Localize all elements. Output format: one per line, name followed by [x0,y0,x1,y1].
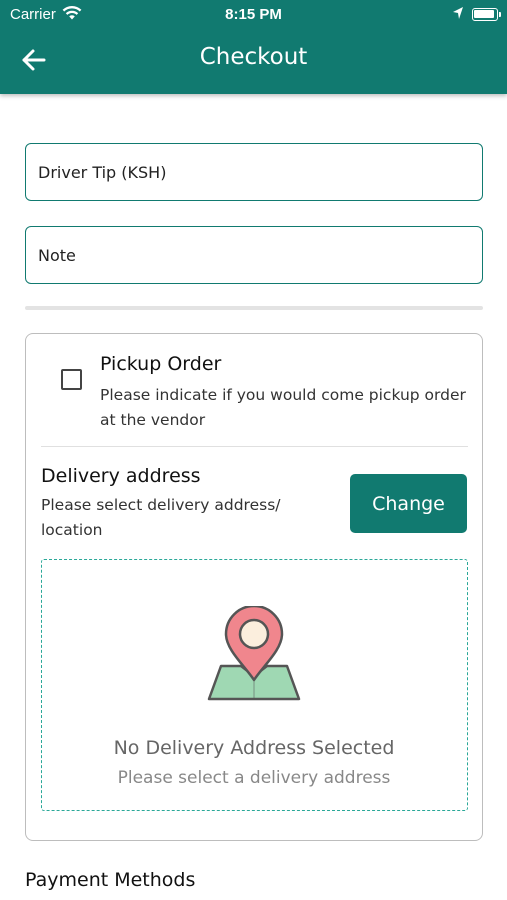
pickup-description: Please indicate if you would come pickup… [100,386,466,429]
empty-address-subtitle: Please select a delivery address [117,768,391,788]
pickup-checkbox[interactable] [61,369,82,390]
payment-methods-title: Payment Methods [25,869,196,891]
status-time: 8:15 PM [225,6,282,23]
empty-address-title: No Delivery Address Selected [113,737,395,759]
driver-tip-input[interactable]: Driver Tip (KSH) [25,143,483,201]
note-placeholder: Note [38,245,76,265]
status-bar: Carrier 8:15 PM [0,0,507,28]
battery-icon [472,8,501,21]
delivery-address-description: Please select delivery address/ location [41,496,281,539]
pickup-title: Pickup Order [100,353,222,375]
delivery-address-title: Delivery address [41,465,201,487]
location-arrow-icon [452,6,464,24]
page-title: Checkout [199,44,308,70]
delivery-card: Pickup Order Please indicate if you woul… [25,333,483,841]
section-divider [25,306,483,310]
app-bar: Carrier 8:15 PM Checkout [0,0,507,94]
change-address-button[interactable]: Change [350,474,467,533]
map-pin-icon [207,606,301,701]
note-input[interactable]: Note [25,226,483,284]
driver-tip-placeholder: Driver Tip (KSH) [38,162,167,182]
empty-address-placeholder: No Delivery Address Selected Please sele… [41,559,468,811]
card-divider [41,446,468,447]
